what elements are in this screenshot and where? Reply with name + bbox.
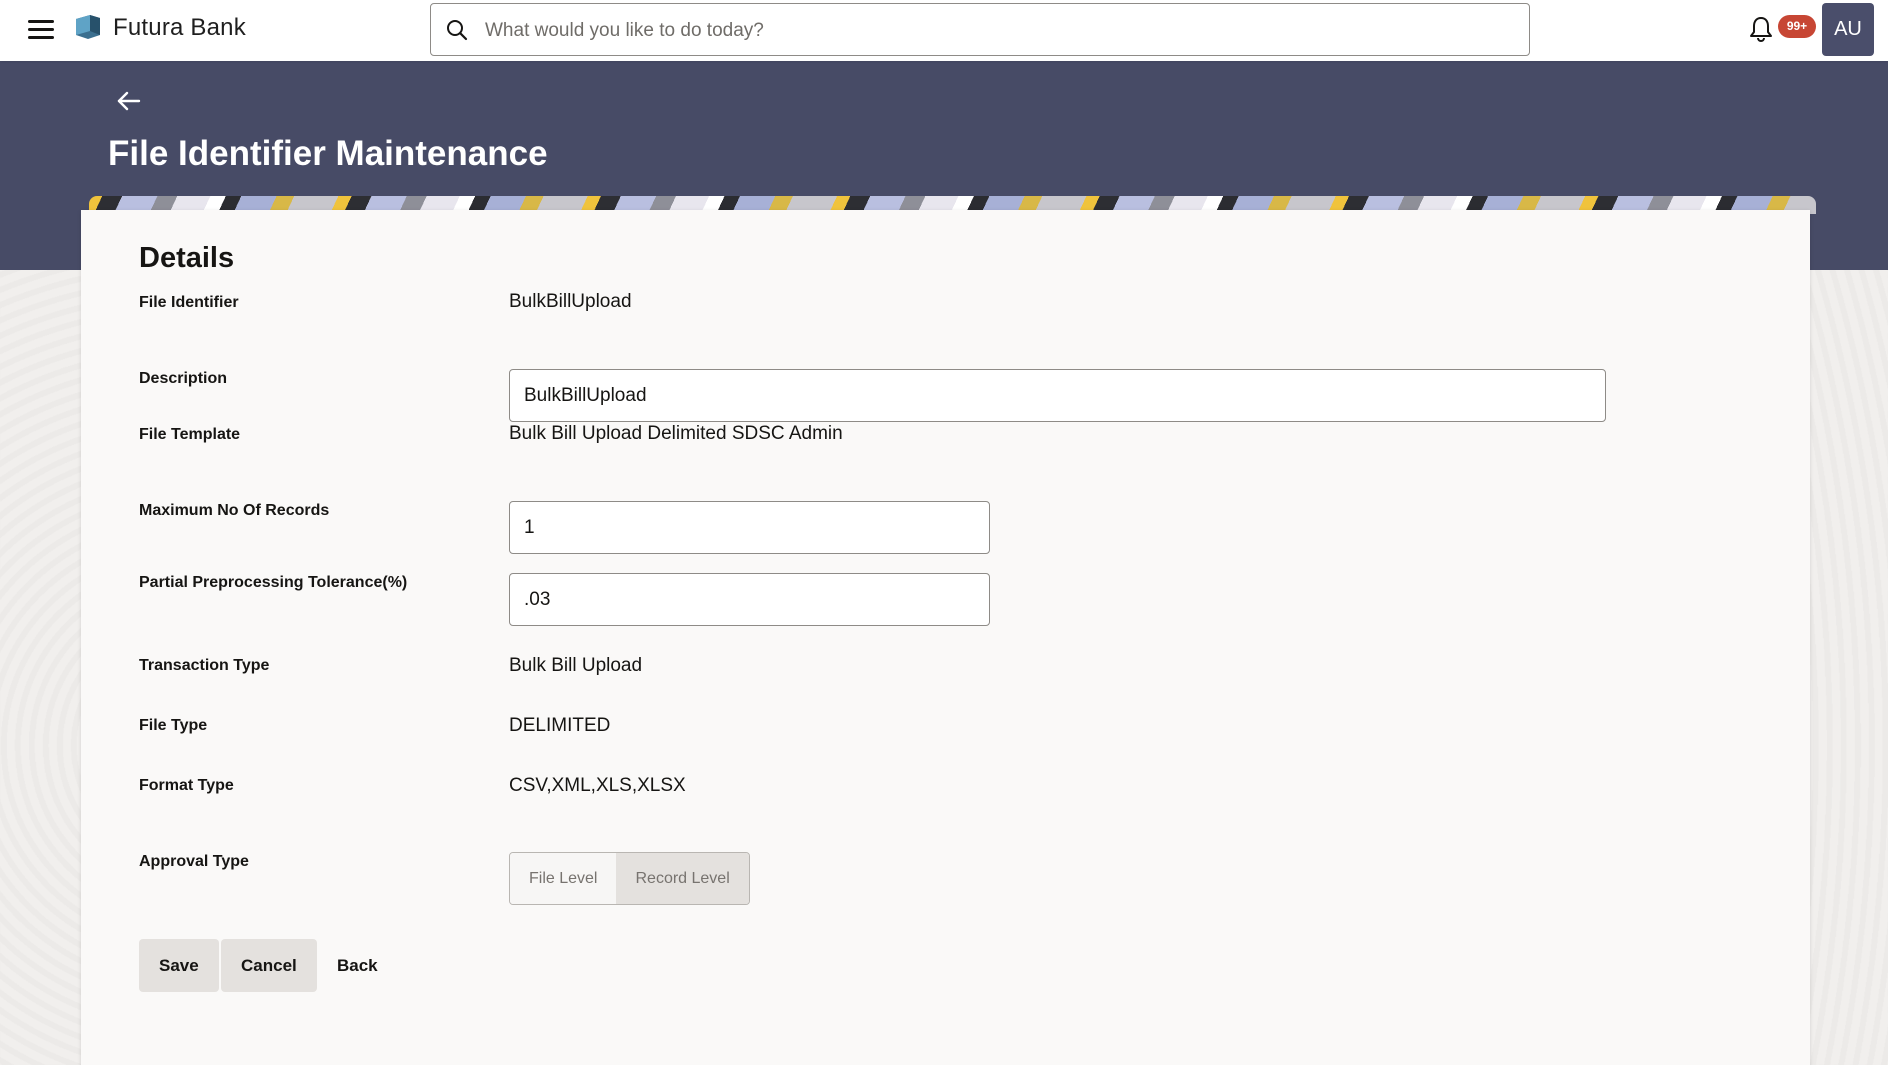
search-icon bbox=[447, 20, 468, 41]
approval-type-label: Approval Type bbox=[139, 853, 249, 870]
notification-bell-icon[interactable] bbox=[1748, 15, 1774, 43]
file-identifier-label: File Identifier bbox=[139, 294, 239, 311]
approval-type-toggle: File Level Record Level bbox=[509, 852, 750, 905]
description-label: Description bbox=[139, 370, 228, 387]
cancel-button[interactable]: Cancel bbox=[221, 939, 317, 992]
approval-option-file-level[interactable]: File Level bbox=[510, 853, 617, 904]
back-arrow-icon[interactable] bbox=[116, 90, 142, 112]
global-search[interactable] bbox=[430, 3, 1530, 57]
save-button[interactable]: Save bbox=[139, 939, 219, 992]
futura-bank-logo-icon bbox=[76, 15, 100, 39]
top-header: Futura Bank 99+ AU bbox=[0, 0, 1888, 61]
tolerance-input[interactable] bbox=[509, 573, 990, 626]
transaction-type-value: Bulk Bill Upload bbox=[509, 655, 643, 676]
transaction-type-label: Transaction Type bbox=[139, 657, 270, 674]
format-type-label: Format Type bbox=[139, 777, 234, 794]
section-title: Details bbox=[139, 242, 235, 274]
search-input[interactable] bbox=[483, 4, 1517, 57]
back-button[interactable]: Back bbox=[317, 939, 398, 992]
file-type-value: DELIMITED bbox=[509, 715, 611, 736]
tolerance-label: Partial Preprocessing Tolerance(%) bbox=[139, 574, 408, 591]
max-records-input[interactable] bbox=[509, 501, 990, 554]
description-input[interactable] bbox=[509, 369, 1606, 422]
details-card: Details File Identifier BulkBillUpload D… bbox=[81, 210, 1810, 1065]
file-template-value: Bulk Bill Upload Delimited SDSC Admin bbox=[509, 423, 843, 444]
user-avatar[interactable]: AU bbox=[1822, 3, 1874, 56]
brand-name[interactable]: Futura Bank bbox=[113, 14, 246, 42]
file-identifier-value: BulkBillUpload bbox=[509, 291, 632, 312]
file-template-label: File Template bbox=[139, 426, 241, 443]
file-type-label: File Type bbox=[139, 717, 208, 734]
max-records-label: Maximum No Of Records bbox=[139, 502, 330, 519]
hamburger-menu-icon[interactable] bbox=[28, 18, 54, 40]
format-type-value: CSV,XML,XLS,XLSX bbox=[509, 775, 686, 796]
approval-option-record-level[interactable]: Record Level bbox=[616, 853, 749, 904]
page-title: File Identifier Maintenance bbox=[108, 134, 548, 173]
notification-count-badge: 99+ bbox=[1778, 15, 1816, 38]
